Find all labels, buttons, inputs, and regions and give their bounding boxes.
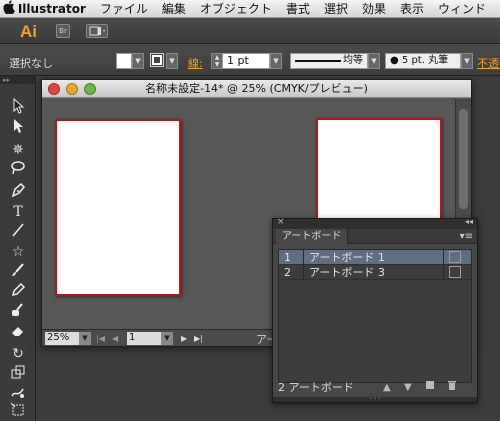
panel-collapse-icon[interactable]: ◂◂ [465,217,473,226]
panel-close-icon[interactable]: × [277,217,285,227]
arrange-icon[interactable] [86,24,108,38]
menu-app-name[interactable]: Illustrator [18,2,86,16]
artboards-list: 1 アートボード 1 2 アートボード 3 [278,249,472,383]
magic-wand-icon[interactable]: ✵ [7,140,29,160]
last-artboard-icon[interactable]: ▶| [194,332,203,345]
move-down-icon[interactable]: ▼ [404,380,412,396]
menu-effect[interactable]: 効果 [362,0,386,17]
stroke-swatch-icon[interactable] [150,53,164,67]
selection-status: 選択なし [9,57,53,70]
previous-artboard-icon[interactable]: ◀ [112,332,118,345]
artboard-number-dropdown[interactable]: ▼ [161,332,173,345]
artboard-options-icon[interactable] [449,266,461,278]
panel-footer: 2 アートボード ▲ ▼ [273,380,477,396]
first-artboard-icon[interactable]: |◀ [96,332,105,345]
new-artboard-icon[interactable] [425,380,435,396]
menu-view[interactable]: 表示 [400,0,424,17]
menu-type[interactable]: 書式 [286,0,310,17]
tools-panel: ▸▸ ✵ T ☆ ↻ [0,76,36,421]
pen-icon[interactable] [7,182,29,202]
artboard-name: アートボード 3 [309,266,385,279]
column-divider [443,265,444,280]
menu-window[interactable]: ウィンド [438,0,486,17]
warp-icon[interactable] [7,384,29,404]
tab-artboards[interactable]: アートボード [276,229,349,244]
free-transform-icon[interactable] [7,402,29,421]
brush-label: 5 pt. 丸筆 [401,55,449,66]
artboard-count: 2 アートボード [278,381,354,394]
fill-swatch[interactable] [116,53,132,69]
stroke-label[interactable]: 線: [188,55,203,71]
artboard-1[interactable] [55,119,181,296]
panel-resize-grip[interactable]: • • • [273,397,477,402]
artboard-number: 2 [284,266,291,279]
line-icon[interactable] [7,222,29,242]
column-divider [303,265,304,280]
control-bar: 選択なし ▼ ▼ 線: ▲ ▼ 1 pt ▼ 均等 ▼ ● 5 pt. 丸筆 ▼ … [0,44,500,76]
list-item[interactable]: 2 アートボード 3 [279,265,471,280]
artboard-name: アートボード 1 [309,251,385,264]
opacity-link[interactable]: 不透明 [477,55,500,71]
scrollbar-thumb[interactable] [459,109,468,209]
brush-definition[interactable]: ● 5 pt. 丸筆 [385,53,461,69]
paintbrush-icon[interactable] [7,262,29,282]
stroke-profile-label: 均等 [343,55,363,66]
move-up-icon[interactable]: ▲ [383,380,391,396]
illustrator-logo: Ai [20,22,37,41]
column-divider [443,250,444,265]
menu-edit[interactable]: 編集 [162,0,186,17]
delete-artboard-icon[interactable] [447,380,457,397]
artboard-number: 1 [284,251,291,264]
panel-title-strip[interactable]: × ◂◂ [273,217,477,229]
list-item[interactable]: 1 アートボード 1 [279,250,471,265]
fill-dropdown[interactable]: ▼ [132,53,144,69]
selection-tool-icon[interactable] [7,97,29,118]
bridge-icon[interactable]: Br [56,24,70,38]
eraser-icon[interactable] [7,322,29,342]
artboard-options-icon[interactable] [449,251,461,263]
zoom-icon[interactable] [84,83,96,95]
stroke-profile-dropdown[interactable]: ▼ [368,53,380,69]
pencil-icon[interactable] [7,282,29,302]
apple-icon[interactable] [0,0,18,18]
lasso-icon[interactable] [7,160,29,180]
application-bar: Ai Br [0,18,500,44]
column-divider [303,250,304,265]
brush-dropdown[interactable]: ▼ [461,53,473,69]
stroke-profile[interactable]: 均等 [290,53,368,69]
document-title: 名称未設定-14* @ 25% (CMYK/プレビュー) [145,82,368,95]
stroke-dropdown[interactable]: ▼ [166,53,178,69]
star-icon[interactable]: ☆ [7,242,29,262]
artboards-panel: × ◂◂ アートボード ▾≡ 1 アートボード 1 2 アートボード 3 2 ア… [272,217,478,403]
menu-object[interactable]: オブジェクト [200,0,272,17]
stroke-profile-line [295,60,341,62]
close-icon[interactable] [48,83,60,95]
menu-file[interactable]: ファイル [100,0,148,17]
next-artboard-icon[interactable]: ▶ [181,332,187,345]
rotate-icon[interactable]: ↻ [7,344,29,364]
document-title-bar[interactable]: 名称未設定-14* @ 25% (CMYK/プレビュー) [42,80,471,98]
stroke-weight-field[interactable]: 1 pt [222,53,270,69]
tools-panel-grip[interactable]: ▸▸ [0,76,35,84]
zoom-dropdown[interactable]: ▼ [79,332,91,345]
direct-selection-tool-icon[interactable] [7,118,29,138]
panel-tab-bar: アートボード ▾≡ [273,229,477,244]
brush-dot-icon: ● [390,55,399,66]
artboard-number-field[interactable]: 1 [127,332,161,345]
scale-icon[interactable] [7,364,29,384]
minimize-icon[interactable] [66,83,78,95]
menu-select[interactable]: 選択 [324,0,348,17]
blob-brush-icon[interactable] [7,302,29,322]
stroke-weight-dropdown[interactable]: ▼ [270,53,282,69]
panel-menu-icon[interactable]: ▾≡ [460,229,473,244]
zoom-field[interactable]: 25% [45,332,79,345]
mac-menu-bar: Illustrator ファイル 編集 オブジェクト 書式 選択 効果 表示 ウ… [0,0,500,18]
type-icon[interactable]: T [7,202,29,222]
